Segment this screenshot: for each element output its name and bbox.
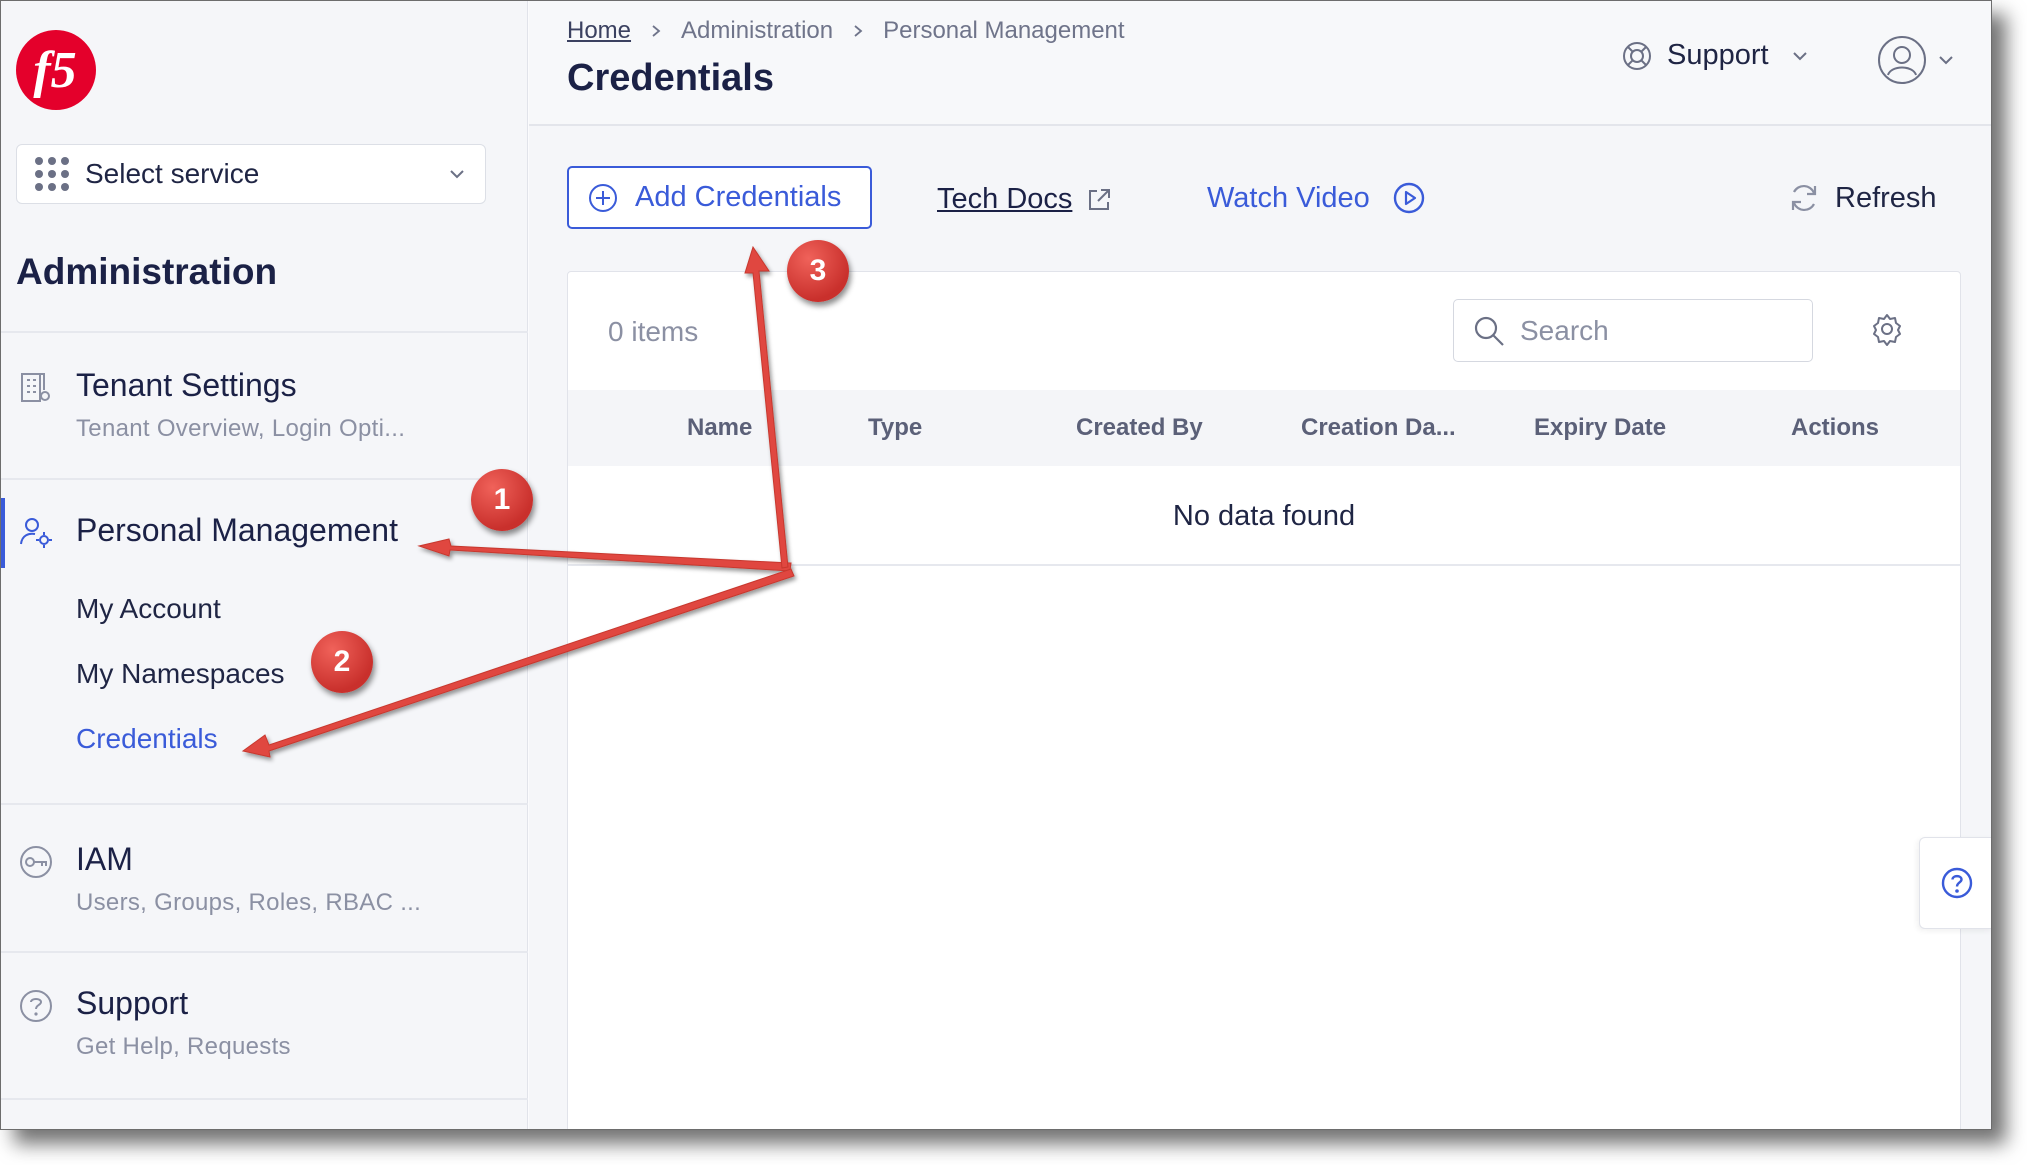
lifebuoy-icon [1623,41,1651,70]
external-link-icon [1089,188,1111,210]
empty-state-message: No data found [1172,500,1356,532]
table-empty-row: No data found [568,466,1960,566]
breadcrumb-personal-management: Personal Management [883,17,1125,44]
sidebar-item-subtitle: Tenant Overview, Login Opti... [76,415,406,442]
items-count: 0 items [608,316,699,347]
gear-icon[interactable] [1870,312,1904,346]
key-icon [20,846,52,878]
app-window: f5 Select service Administration Tenant … [0,0,1992,1130]
support-menu-button[interactable]: Support [1621,39,1823,72]
sidebar-item-label: Personal Management [76,512,398,548]
chevron-right-icon [652,25,661,37]
column-header-expiry-date[interactable]: Expiry Date [1534,414,1666,442]
play-circle-icon [1393,182,1425,214]
chevron-down-icon [1939,56,1953,65]
breadcrumb-home[interactable]: Home [567,17,631,45]
chevron-right-icon [854,25,863,37]
add-credentials-button[interactable]: Add Credentials [567,166,872,229]
column-header-type[interactable]: Type [868,414,922,442]
breadcrumb: Home Administration Personal Management [567,17,1125,45]
sidebar-item-subtitle: Users, Groups, Roles, RBAC ... [76,889,422,916]
sidebar-subitem-credentials[interactable]: Credentials [76,723,218,755]
sidebar-subitem-my-account[interactable]: My Account [76,593,221,625]
select-service-label: Select service [85,158,260,189]
apps-grid-icon [35,157,69,191]
search-box[interactable] [1453,299,1813,362]
page-header: Home Administration Personal Management … [529,1,1991,126]
user-settings-icon [20,518,52,548]
page-title: Credentials [567,57,774,99]
table-header: Name Type Created By Creation Da... Expi… [568,390,1960,466]
refresh-button[interactable]: Refresh [1787,181,1937,215]
chevron-down-icon [1792,51,1807,60]
chevron-down-icon [450,170,464,179]
column-header-name[interactable]: Name [687,414,752,442]
sidebar-item-personal-management[interactable]: Personal Management My Account My Namesp… [1,480,528,802]
breadcrumb-administration[interactable]: Administration [681,17,833,45]
question-circle-icon [1941,867,1972,899]
user-menu-button[interactable] [1877,35,1955,85]
annotation-badge-1: 1 [471,469,533,531]
building-settings-icon [21,373,50,402]
annotation-badge-3: 3 [787,240,849,302]
column-header-created-by[interactable]: Created By [1076,414,1203,442]
user-avatar-icon [1878,36,1926,84]
sidebar-item-label: Support [76,985,189,1021]
main-content: Home Administration Personal Management … [529,1,1991,1129]
watch-video-label: Watch Video [1207,181,1370,214]
annotation-badge-2: 2 [311,631,373,693]
help-button[interactable] [1919,837,1991,929]
sidebar-item-label: Tenant Settings [76,367,297,403]
column-header-creation-date[interactable]: Creation Da... [1301,414,1456,442]
select-service-dropdown[interactable]: Select service [16,144,486,204]
credentials-table-panel: 0 items Name Type Created By Creation Da… [567,271,1961,1129]
watch-video-link[interactable]: Watch Video [1207,181,1426,215]
refresh-icon [1791,184,1817,212]
support-label: Support [1667,39,1769,71]
add-credentials-label: Add Credentials [635,181,842,213]
sidebar-item-iam[interactable]: IAM Users, Groups, Roles, RBAC ... [1,805,528,950]
sidebar-item-tenant-settings[interactable]: Tenant Settings Tenant Overview, Login O… [1,333,528,478]
sidebar-item-support[interactable]: Support Get Help, Requests [1,953,528,1098]
tech-docs-label: Tech Docs [937,183,1073,215]
plus-circle-icon [589,183,617,212]
question-circle-icon [20,990,52,1022]
refresh-label: Refresh [1835,181,1937,214]
search-input[interactable] [1520,314,1800,347]
sidebar-item-label: IAM [76,841,133,877]
sidebar-subitem-my-namespaces[interactable]: My Namespaces [76,658,285,690]
tech-docs-link[interactable]: Tech Docs [937,183,1112,216]
search-icon [1474,316,1504,346]
column-header-actions: Actions [1791,414,1880,441]
svg-text:f5: f5 [33,42,76,99]
sidebar-item-subtitle: Get Help, Requests [76,1033,291,1060]
sidebar: f5 Select service Administration Tenant … [1,1,528,1129]
sidebar-title: Administration [16,251,278,292]
f5-logo-icon[interactable]: f5 [15,29,97,111]
